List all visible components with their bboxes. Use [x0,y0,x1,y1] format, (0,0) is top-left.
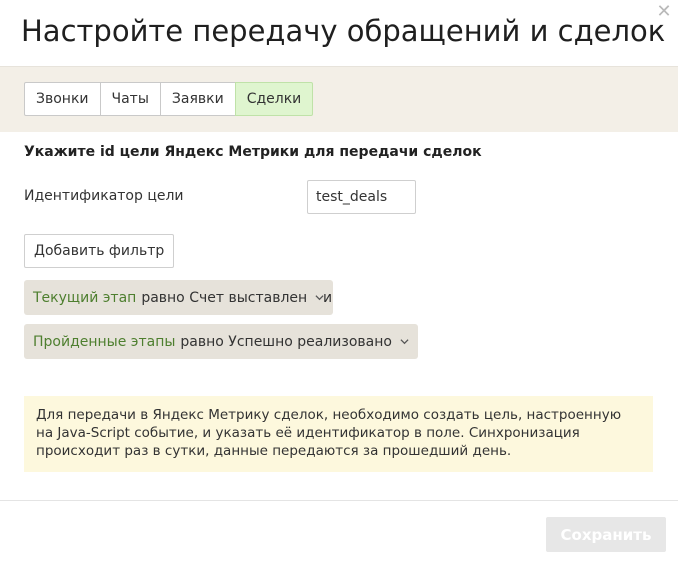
tab-chats[interactable]: Чаты [99,82,161,116]
tabs-bar: Звонки Чаты Заявки Сделки [0,66,678,132]
close-icon[interactable]: ✕ [656,3,672,21]
info-note: Для передачи в Яндекс Метрику сделок, не… [24,396,653,472]
tab-deals[interactable]: Сделки [234,82,314,116]
tab-requests[interactable]: Заявки [159,82,236,116]
section-heading: Укажите id цели Яндекс Метрики для перед… [24,144,482,160]
filter-key: Текущий этап [33,289,137,306]
filter-chip-passed-stages[interactable]: Пройденные этапы равно Успешно реализова… [24,324,418,359]
add-filter-button[interactable]: Добавить фильтр [24,234,175,268]
goal-id-label: Идентификатор цели [24,188,184,204]
filter-key: Пройденные этапы [33,333,176,350]
tab-calls[interactable]: Звонки [24,82,101,116]
filter-condition: равно Счет выставлен [141,289,308,306]
chevron-down-icon [400,339,409,345]
save-button[interactable]: Сохранить [546,517,666,552]
footer-divider [0,500,678,501]
dialog-title: Настройте передачу обращений и сделок [21,14,666,48]
filter-chip-current-stage[interactable]: Текущий этап равно Счет выставлен [24,280,334,315]
tabs: Звонки Чаты Заявки Сделки [24,82,314,116]
goal-id-input[interactable] [307,180,416,214]
filter-conjunction: и [323,290,333,306]
filter-condition: равно Успешно реализовано [180,333,392,350]
